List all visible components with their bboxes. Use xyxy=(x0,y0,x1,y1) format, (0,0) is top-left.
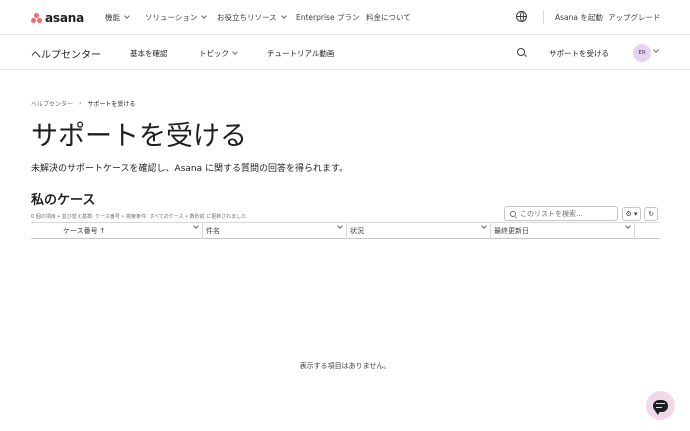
topnav-item-label: 料金について xyxy=(366,13,411,22)
column-header-subject[interactable]: 件名 xyxy=(203,223,347,239)
chevron-down-icon[interactable] xyxy=(625,223,631,229)
topnav-item-label: Enterprise プラン xyxy=(296,13,360,22)
column-label: 件名 xyxy=(206,227,220,235)
breadcrumb-home[interactable]: ヘルプセンター xyxy=(31,99,73,108)
column-header-status[interactable]: 状況 xyxy=(347,223,491,239)
chat-button[interactable] xyxy=(646,391,675,420)
get-support-link[interactable]: サポートを受ける xyxy=(549,48,609,59)
upgrade-link[interactable]: アップグレード xyxy=(608,12,661,23)
column-label: 最終更新日 xyxy=(494,227,529,235)
top-navigation: asana 機能 ソリューション お役立ちリソース Enterprise プラン… xyxy=(0,0,690,35)
chevron-down-icon[interactable] xyxy=(481,223,487,229)
search-icon xyxy=(510,210,516,217)
chevron-down-icon xyxy=(124,13,130,19)
subnav-item-tutorials[interactable]: チュートリアル動画 xyxy=(267,48,334,59)
launch-asana-link[interactable]: Asana を起動 xyxy=(555,12,603,23)
logo-text: asana xyxy=(45,11,84,25)
page-subtitle: 未解決のサポートケースを確認し、Asana に関する質問の回答を得られます。 xyxy=(31,164,349,174)
column-label: ケース番号 xyxy=(63,227,98,235)
cases-title: 私のケース xyxy=(31,193,96,208)
chevron-down-icon xyxy=(232,49,238,55)
column-header-last-updated[interactable]: 最終更新日 xyxy=(491,223,635,239)
list-search-input[interactable] xyxy=(520,209,610,218)
page-title: サポートを受ける xyxy=(31,121,247,152)
chevron-down-icon[interactable] xyxy=(337,223,343,229)
subnav-item-topics[interactable]: トピック xyxy=(199,48,238,59)
cases-table-header: ケース番号 ↑ 件名 状況 最終更新日 xyxy=(31,222,660,239)
avatar[interactable]: ER xyxy=(633,44,651,62)
chevron-down-icon[interactable] xyxy=(193,223,199,229)
globe-icon[interactable] xyxy=(516,11,527,22)
chat-bubble-icon xyxy=(653,399,668,415)
breadcrumb-current: サポートを受ける xyxy=(87,101,136,108)
asana-logo-icon xyxy=(31,13,42,23)
help-center-title[interactable]: ヘルプセンター xyxy=(31,46,101,61)
chevron-down-icon xyxy=(280,13,287,19)
divider xyxy=(543,10,544,24)
column-label: 状況 xyxy=(350,227,364,235)
topnav-item-label: ソリューション xyxy=(145,13,198,22)
topnav-item-solutions[interactable]: ソリューション xyxy=(145,12,208,23)
subnav-item-basics[interactable]: 基本を確認 xyxy=(130,48,168,59)
asana-logo[interactable]: asana xyxy=(31,11,84,25)
topnav-item-resources[interactable]: お役立ちリソース xyxy=(217,12,287,23)
empty-state-message: 表示する項目はありません。 xyxy=(299,362,391,370)
refresh-button[interactable]: ↻ xyxy=(644,207,658,221)
topnav-item-enterprise[interactable]: Enterprise プラン xyxy=(296,12,359,23)
chevron-down-icon[interactable] xyxy=(653,47,659,53)
column-header-case-number[interactable]: ケース番号 ↑ xyxy=(31,223,203,239)
sort-ascending-icon: ↑ xyxy=(99,227,106,235)
topnav-item-label: お役立ちリソース xyxy=(217,13,277,22)
search-icon[interactable] xyxy=(517,48,525,56)
list-status-text: 0 個の項目 • 並び替え基準: ケース番号 • 検索条件: すべてのケース •… xyxy=(31,214,247,220)
subnav-item-label: 基本を確認 xyxy=(130,49,168,58)
list-settings-button[interactable]: ⚙ ▾ xyxy=(622,207,641,221)
topnav-item-label: 機能 xyxy=(105,13,120,22)
chevron-down-icon xyxy=(201,13,208,19)
topnav-item-features[interactable]: 機能 xyxy=(105,12,130,23)
subnav-item-label: トピック xyxy=(199,49,229,58)
help-center-navigation: ヘルプセンター 基本を確認 トピック チュートリアル動画 サポートを受ける ER xyxy=(0,36,690,70)
breadcrumb: ヘルプセンター › サポートを受ける xyxy=(31,99,135,108)
topnav-item-pricing[interactable]: 料金について xyxy=(366,12,411,23)
list-search-box[interactable] xyxy=(504,206,618,221)
subnav-item-label: チュートリアル動画 xyxy=(267,49,335,58)
breadcrumb-separator-icon: › xyxy=(79,100,82,107)
